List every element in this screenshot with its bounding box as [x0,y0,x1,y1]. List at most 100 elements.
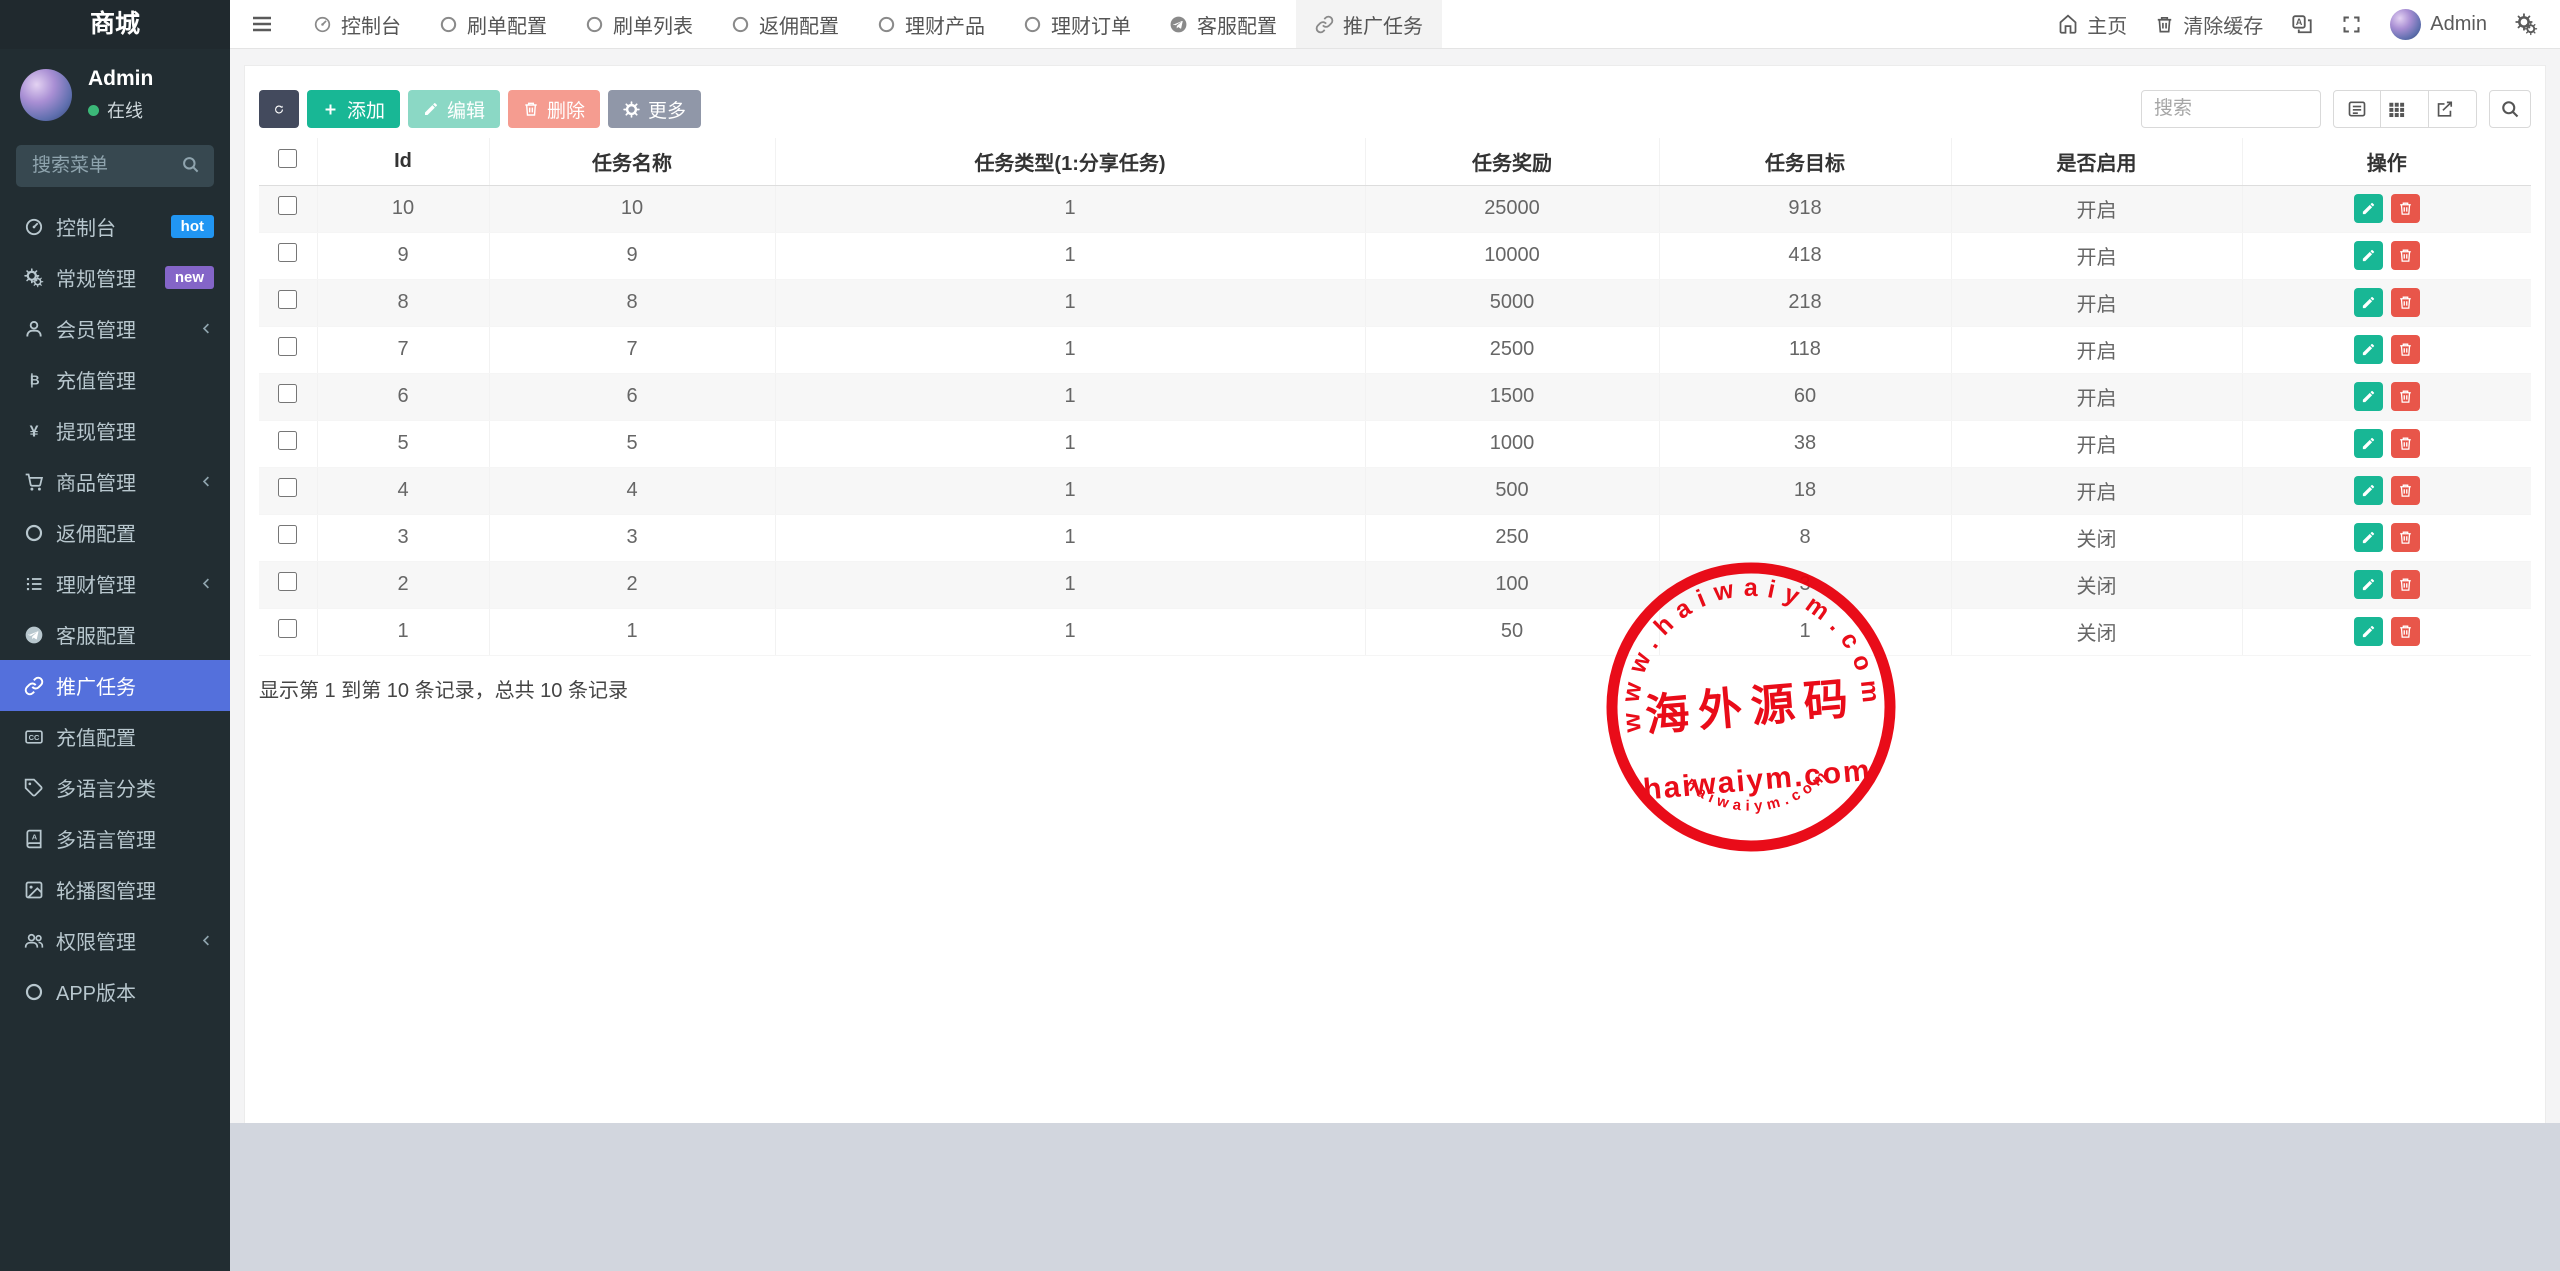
user-menu[interactable]: Admin [2390,9,2487,40]
row-checkbox[interactable] [278,290,297,309]
sidebar-item-1[interactable]: 常规管理new [0,252,230,303]
more-label: 更多 [648,96,686,123]
column-header-3[interactable]: 任务奖励 [1365,138,1659,185]
row-edit-button[interactable] [2354,194,2383,223]
row-edit-button[interactable] [2354,429,2383,458]
column-header-2[interactable]: 任务类型(1:分享任务) [775,138,1365,185]
sidebar-item-10[interactable]: CC充值配置 [0,711,230,762]
row-edit-button[interactable] [2354,241,2383,270]
tab-6[interactable]: 客服配置 [1150,0,1296,48]
sidebar-item-11[interactable]: 多语言分类 [0,762,230,813]
cell-id: 2 [317,561,489,608]
sidebar-item-4[interactable]: ¥提现管理 [0,405,230,456]
tab-5[interactable]: 理财订单 [1004,0,1150,48]
row-delete-button[interactable] [2391,523,2420,552]
cell-id: 8 [317,279,489,326]
tab-3[interactable]: 返佣配置 [712,0,858,48]
row-actions [2242,326,2531,373]
export-button[interactable] [2429,90,2477,128]
row-delete-button[interactable] [2391,288,2420,317]
cell-reward: 1000 [1365,420,1659,467]
tab-4[interactable]: 理财产品 [858,0,1004,48]
row-checkbox-cell [259,373,317,420]
row-actions [2242,185,2531,232]
row-delete-button[interactable] [2391,241,2420,270]
cell-reward: 10000 [1365,232,1659,279]
cell-target: 218 [1659,279,1951,326]
clear-cache-button[interactable]: 清除缓存 [2155,10,2263,39]
cell-name: 1 [489,608,775,655]
tab-1[interactable]: 刷单配置 [420,0,566,48]
sidebar-item-label: 理财管理 [56,569,136,598]
row-delete-button[interactable] [2391,476,2420,505]
tab-2[interactable]: 刷单列表 [566,0,712,48]
sidebar-item-8[interactable]: 客服配置 [0,609,230,660]
sidebar-item-15[interactable]: APP版本 [0,966,230,1017]
search-icon[interactable] [181,155,200,174]
column-header-4[interactable]: 任务目标 [1659,138,1951,185]
expand-icon [2341,14,2362,35]
sidebar-item-13[interactable]: 轮播图管理 [0,864,230,915]
row-checkbox[interactable] [278,384,297,403]
search-button[interactable] [2489,90,2531,128]
row-checkbox[interactable] [278,478,297,497]
column-header-0[interactable]: Id [317,138,489,185]
row-actions [2242,279,2531,326]
row-edit-button[interactable] [2354,288,2383,317]
row-delete-button[interactable] [2391,570,2420,599]
translate-button[interactable]: A [2291,13,2313,35]
row-checkbox[interactable] [278,525,297,544]
column-header-1[interactable]: 任务名称 [489,138,775,185]
row-checkbox[interactable] [278,196,297,215]
row-delete-button[interactable] [2391,382,2420,411]
row-checkbox[interactable] [278,572,297,591]
sidebar-item-0[interactable]: 控制台hot [0,201,230,252]
sidebar-item-12[interactable]: A多语言管理 [0,813,230,864]
sidebar-item-7[interactable]: 理财管理 [0,558,230,609]
tab-0[interactable]: 控制台 [294,0,420,48]
select-all-checkbox[interactable] [278,149,297,168]
pencil-icon [423,101,439,117]
sidebar-item-2[interactable]: 会员管理 [0,303,230,354]
table-row-4: 44150018开启 [259,467,2531,514]
table-controls [2141,90,2531,128]
home-link[interactable]: 主页 [2058,10,2127,39]
table-row-1: 111501关闭 [259,608,2531,655]
sidebar-item-3[interactable]: B充值管理 [0,354,230,405]
row-edit-button[interactable] [2354,570,2383,599]
sidebar-toggle-button[interactable] [230,0,294,48]
row-actions [2242,420,2531,467]
row-delete-button[interactable] [2391,429,2420,458]
row-checkbox[interactable] [278,431,297,450]
columns-button[interactable] [2381,90,2429,128]
settings-button[interactable] [2515,13,2538,36]
sidebar-item-label: 客服配置 [56,620,136,649]
row-edit-button[interactable] [2354,476,2383,505]
tab-7[interactable]: 推广任务 [1296,0,1442,48]
sidebar-item-6[interactable]: 返佣配置 [0,507,230,558]
delete-button[interactable]: 删除 [508,90,600,128]
column-header-5[interactable]: 是否启用 [1951,138,2242,185]
row-checkbox[interactable] [278,619,297,638]
row-delete-button[interactable] [2391,194,2420,223]
sidebar-item-9[interactable]: 推广任务 [0,660,230,711]
sidebar-item-5[interactable]: 商品管理 [0,456,230,507]
row-edit-button[interactable] [2354,617,2383,646]
add-button[interactable]: 添加 [307,90,400,128]
column-header-6[interactable]: 操作 [2242,138,2531,185]
row-edit-button[interactable] [2354,335,2383,364]
row-checkbox[interactable] [278,243,297,262]
row-edit-button[interactable] [2354,523,2383,552]
row-edit-button[interactable] [2354,382,2383,411]
sidebar-item-14[interactable]: 权限管理 [0,915,230,966]
detail-view-button[interactable] [2333,90,2381,128]
fullscreen-button[interactable] [2341,14,2362,35]
row-delete-button[interactable] [2391,617,2420,646]
gears-icon [2515,13,2538,36]
row-checkbox[interactable] [278,337,297,356]
edit-button[interactable]: 编辑 [408,90,500,128]
more-button[interactable]: 更多 [608,90,701,128]
row-delete-button[interactable] [2391,335,2420,364]
table-search-input[interactable] [2141,90,2321,128]
refresh-button[interactable] [259,90,299,128]
